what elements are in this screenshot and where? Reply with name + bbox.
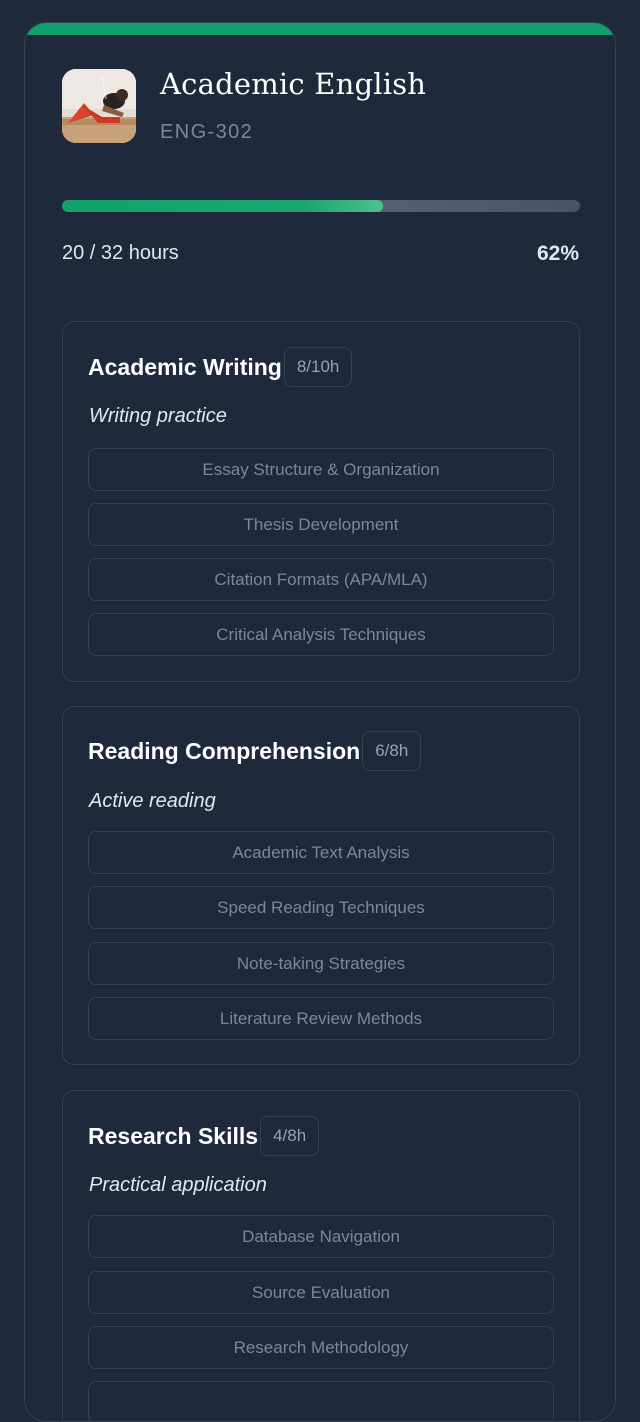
topic-item[interactable]: Essay Structure & Organization [88,448,554,491]
course-title: Academic English [160,67,427,101]
topic-item[interactable]: Source Evaluation [88,1271,554,1314]
course-code: ENG-302 [160,121,254,143]
module-subtitle: Practical application [89,1174,267,1196]
topic-item[interactable]: Database Navigation [88,1215,554,1258]
topic-item[interactable]: Literature Review Methods [88,997,554,1040]
module-title: Academic Writing [88,353,282,380]
topic-item[interactable]: Speed Reading Techniques [88,886,554,929]
topic-item[interactable] [88,1381,554,1421]
course-card: Academic English ENG-302 20 / 32 hours 6… [24,22,616,1422]
module-hours-badge: 4/8h [260,1116,320,1156]
module-card[interactable]: Reading Comprehension 6/8h Active readin… [62,706,580,1065]
module-title: Reading Comprehension [88,737,361,764]
course-progress-bar [62,200,580,212]
module-hours-badge: 6/8h [362,731,422,771]
module-title: Research Skills [88,1122,259,1149]
module-header: Research Skills 4/8h [88,1116,320,1156]
topic-item[interactable]: Critical Analysis Techniques [88,613,554,656]
module-header: Reading Comprehension 6/8h [88,731,422,771]
course-accent-bar [25,23,615,35]
topic-item[interactable]: Academic Text Analysis [88,831,554,874]
topic-item[interactable]: Note-taking Strategies [88,942,554,985]
module-card[interactable]: Academic Writing 8/10h Writing practice … [62,321,580,682]
module-card[interactable]: Research Skills 4/8h Practical applicati… [62,1090,580,1421]
topic-item[interactable]: Thesis Development [88,503,554,546]
progress-percent: 62% [536,242,579,265]
course-progress-fill [62,200,384,212]
topic-item[interactable]: Citation Formats (APA/MLA) [88,558,554,601]
topic-item[interactable]: Research Methodology [88,1326,554,1369]
hours-completed: 20 / 32 hours [62,242,179,264]
module-hours-badge: 8/10h [283,347,353,387]
module-header: Academic Writing 8/10h [88,347,353,387]
module-subtitle: Active reading [89,790,216,812]
module-subtitle: Writing practice [89,405,227,427]
course-thumbnail [62,69,136,143]
